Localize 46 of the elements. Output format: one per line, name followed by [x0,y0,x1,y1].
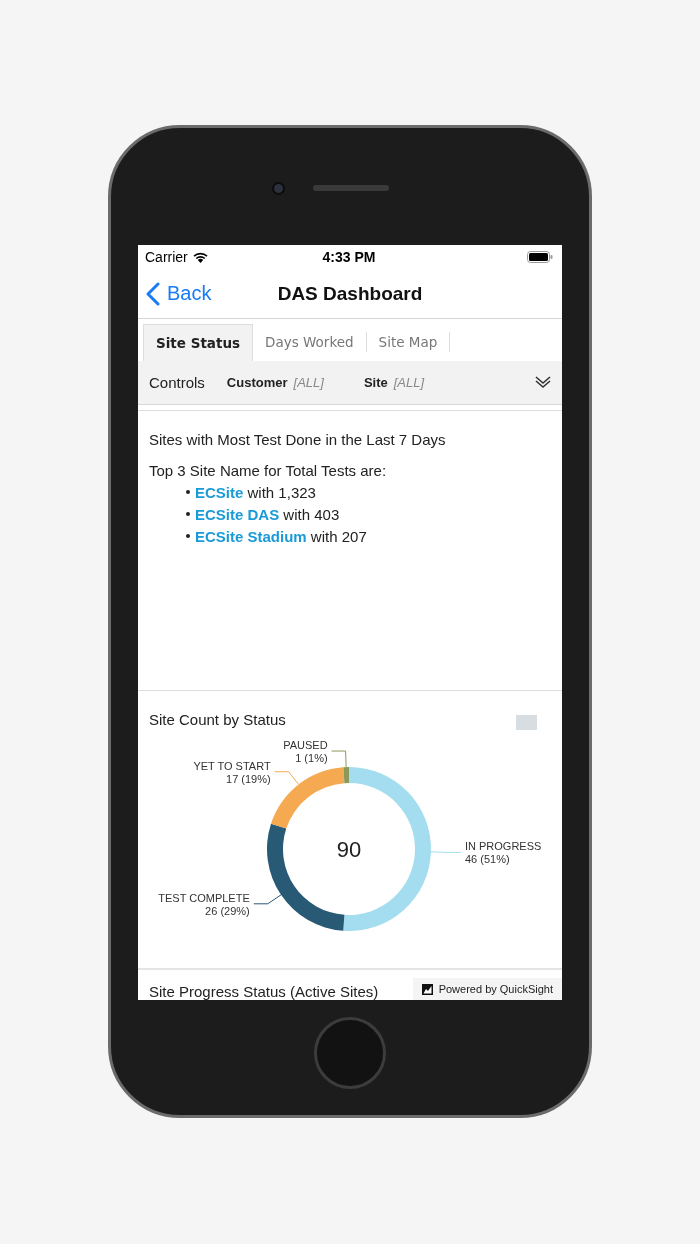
screen-title: DAS Dashboard [277,282,423,305]
slice-label: IN PROGRESS [464,840,542,853]
bullet-icon [186,490,190,495]
slice-label: TEST COMPLETE [158,891,250,904]
filter-value[interactable]: [ALL] [293,374,324,390]
carrier-name: Carrier [145,249,188,266]
site-link[interactable]: ECSite [195,483,244,501]
back-chevron-icon [146,281,160,306]
legend-toggle-icon[interactable] [516,714,537,730]
clock-time: 4:33 PM [322,249,376,266]
slice-label: YET TO START [193,759,271,772]
wifi-icon [191,251,209,264]
double-chevron-down-icon[interactable] [535,375,551,390]
total-value: 90 [336,836,362,862]
panel-title: Site Count by Status [149,710,286,728]
ranking-sentence: ECSite with 1,323 [195,483,316,501]
bullet-icon [186,534,190,539]
battery-icon [527,251,553,264]
back-button[interactable]: Back [146,281,226,306]
site-link[interactable]: ECSite DAS [195,505,280,523]
tab[interactable]: Days Worked [253,331,367,352]
insight-text: Top 3 Site Name for Total Tests are: [149,462,388,480]
tab[interactable]: Site Status [143,323,254,361]
camera-icon [271,181,285,195]
site-link[interactable]: ECSite Stadium [195,527,307,545]
leader-line [331,750,347,768]
controls-label: Controls [149,373,205,391]
slice-value: 17 (19%) [226,772,271,785]
slice-value: 1 (1%) [295,751,328,764]
filter-name: Customer [226,374,288,390]
leader-line [430,851,462,853]
filter-name: Site [363,374,388,390]
slice-value: 26 (29%) [205,904,250,917]
slice-value: 46 (51%) [464,853,510,866]
leader-line [253,894,282,904]
bullet-icon [186,512,190,517]
powered-by-badge[interactable]: Powered by QuickSight [412,978,562,1000]
ranking-sentence: ECSite DAS with 403 [195,505,340,523]
panel-title: Sites with Most Test Done in the Last 7 Days [149,431,447,449]
panel-title: Site Progress Status (Active Sites) [149,983,379,1000]
filter-value[interactable]: [ALL] [393,374,425,390]
leader-line [274,770,299,785]
tab[interactable]: Site Map [366,331,451,352]
chart-icon [421,983,433,995]
slice-label: PAUSED [283,738,328,751]
ranking-sentence: ECSite Stadium with 207 [195,527,367,545]
